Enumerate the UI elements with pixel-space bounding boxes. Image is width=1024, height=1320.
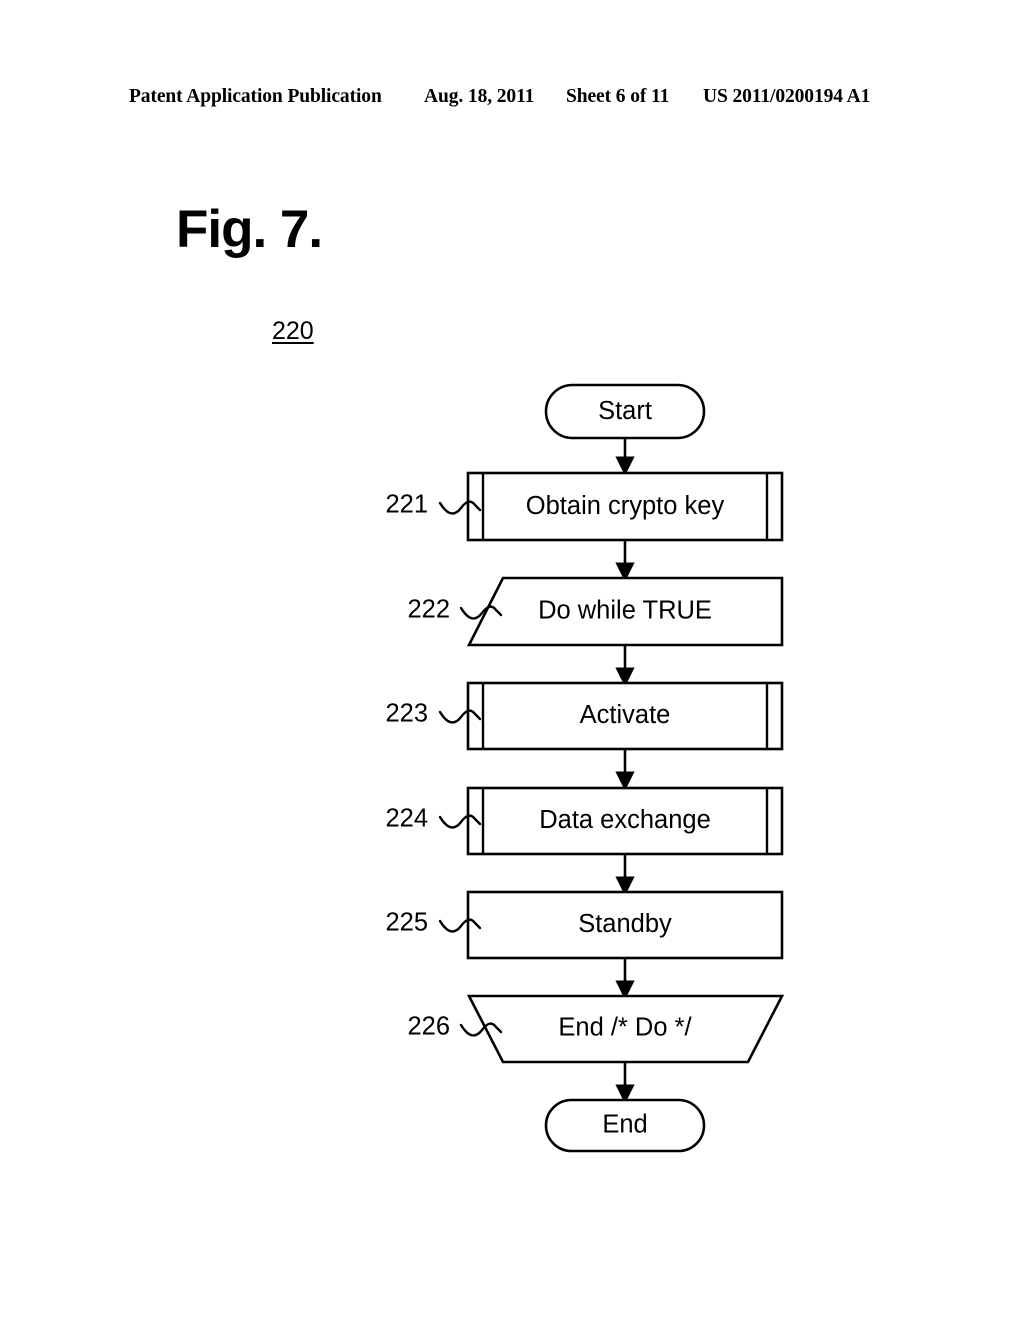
reference-leader-223: 223 [385,700,482,728]
reference-leader-224: 224 [385,805,482,833]
flowchart-node-222: Do while TRUE [466,576,784,647]
flowchart-node-223: Activate [466,681,784,751]
flowchart-node-225-label: Standby [578,910,672,938]
reference-number-226: 226 [407,1013,450,1041]
flowchart-node-223-label: Activate [580,701,671,729]
flowchart-node-221: Obtain crypto key [466,471,784,542]
reference-number-221: 221 [385,491,428,519]
flowchart-node-226: End /* Do */ [466,994,785,1064]
reference-number-224: 224 [385,805,428,833]
flowchart-node-225: Standby [466,890,784,960]
flowchart-diagram: Start Obtain crypto key 221 Do while TRU… [0,0,1024,1320]
flowchart-node-224: Data exchange [466,786,784,856]
reference-leader-225: 225 [385,909,482,937]
reference-leader-221: 221 [385,491,482,519]
flowchart-node-226-label: End /* Do */ [558,1014,692,1042]
reference-number-225: 225 [385,909,428,937]
flowchart-node-221-label: Obtain crypto key [526,492,725,520]
flowchart-node-222-label: Do while TRUE [538,597,712,625]
flowchart-node-start: Start [544,383,706,440]
flowchart-node-224-label: Data exchange [539,806,711,834]
reference-number-223: 223 [385,700,428,728]
flowchart-node-end-label: End [602,1111,647,1139]
flowchart-node-start-label: Start [598,397,652,425]
flowchart-node-end: End [544,1098,706,1153]
reference-number-222: 222 [407,596,450,624]
